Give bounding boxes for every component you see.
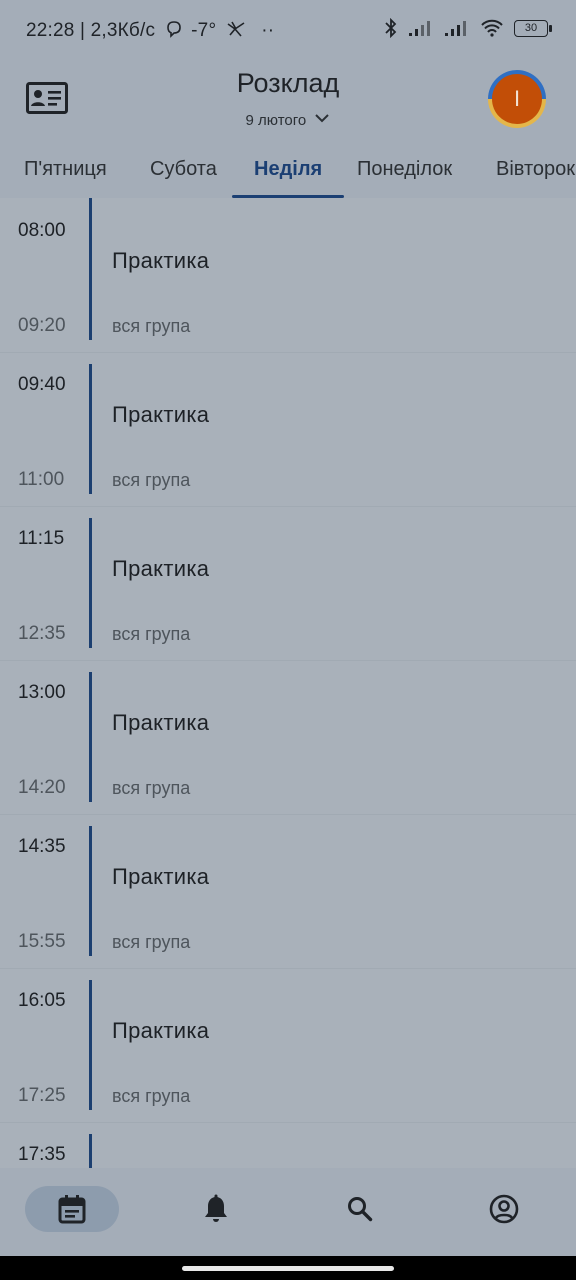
lesson-group: вся група (112, 778, 191, 798)
avatar[interactable]: I (488, 70, 546, 128)
lesson-name: Практика (112, 864, 210, 889)
lesson-end-time: 17:25 (18, 1085, 66, 1106)
lesson-start-time: 09:40 (18, 374, 66, 395)
calendar-icon (58, 1195, 86, 1224)
divider (0, 352, 576, 353)
signal-icon-2 (445, 21, 466, 36)
schedule-list[interactable]: 08:00 Практика 09:20 вся група 09:40 Пра… (0, 198, 576, 1168)
home-indicator[interactable] (182, 1266, 394, 1271)
battery-indicator: 30 (514, 19, 552, 37)
lesson-name: Практика (112, 710, 210, 735)
lesson-accent-bar (89, 672, 92, 802)
lesson-item[interactable]: 14:35 Практика 15:55 вся група (0, 814, 576, 968)
lesson-group: вся група (112, 316, 191, 336)
lesson-end-time: 12:35 (18, 623, 66, 644)
viber-icon (166, 21, 181, 38)
lesson-start-time: 11:15 (18, 528, 65, 549)
lesson-start-time: 08:00 (18, 220, 66, 241)
lesson-name: Практика (112, 248, 210, 273)
lesson-end-time: 14:20 (18, 777, 66, 798)
lesson-end-time: 11:00 (18, 469, 65, 490)
day-tabs: П'ятниця Субота Неділя Понеділок Вівторо… (0, 150, 576, 198)
bluetooth-icon (385, 18, 397, 38)
lesson-accent-bar (89, 1134, 92, 1168)
tab-friday[interactable]: П'ятниця (24, 158, 107, 181)
lesson-name: Практика (112, 556, 210, 581)
divider (0, 814, 576, 815)
more-dots-icon: ·· (261, 20, 275, 41)
lesson-accent-bar (89, 364, 92, 494)
date-selector[interactable]: 9 лютого (0, 111, 576, 129)
system-gesture-bar (0, 1256, 576, 1280)
lesson-accent-bar (89, 518, 92, 648)
lesson-item[interactable]: 08:00 Практика 09:20 вся група (0, 198, 576, 352)
divider (0, 660, 576, 661)
tab-tuesday[interactable]: Вівторок (496, 158, 575, 181)
nav-notifications[interactable] (169, 1186, 263, 1232)
lesson-group: вся група (112, 932, 191, 952)
nav-profile[interactable] (457, 1186, 551, 1232)
chevron-down-icon (315, 114, 330, 123)
tab-sunday[interactable]: Неділя (254, 158, 322, 181)
lesson-group: вся група (112, 1086, 191, 1106)
nav-search[interactable] (313, 1186, 407, 1232)
lesson-name: Практика (112, 402, 210, 427)
lesson-end-time: 15:55 (18, 931, 66, 952)
lesson-accent-bar (89, 826, 92, 956)
date-label: 9 лютого (245, 111, 307, 129)
account-icon (489, 1194, 519, 1224)
bottom-navigation (0, 1168, 576, 1256)
divider (0, 506, 576, 507)
lesson-name: Практика (112, 1018, 210, 1043)
lesson-item[interactable]: 11:15 Практика 12:35 вся група (0, 506, 576, 660)
lesson-start-time: 17:35 (18, 1144, 66, 1165)
snowflake-icon (227, 21, 245, 37)
wifi-icon (481, 19, 503, 37)
lesson-accent-bar (89, 198, 92, 340)
lesson-start-time: 16:05 (18, 990, 66, 1011)
avatar-letter: I (492, 74, 542, 124)
tab-monday[interactable]: Понеділок (357, 158, 452, 181)
lesson-start-time: 14:35 (18, 836, 66, 857)
nav-schedule[interactable] (25, 1186, 119, 1232)
lesson-start-time: 13:00 (18, 682, 66, 703)
signal-icon (409, 21, 430, 36)
status-time-speed: 22:28 | 2,3Кб/с (26, 20, 156, 41)
status-temperature: -7° (191, 20, 217, 41)
lesson-item[interactable]: 16:05 Практика 17:25 вся група (0, 968, 576, 1122)
lesson-group: вся група (112, 624, 191, 644)
bell-icon (205, 1194, 227, 1222)
search-icon (348, 1197, 373, 1222)
lesson-item[interactable]: 09:40 Практика 11:00 вся група (0, 352, 576, 506)
status-right: 30 (384, 18, 552, 38)
divider (0, 968, 576, 969)
status-bar: 22:28 | 2,3Кб/с -7° ·· 30 (0, 0, 576, 64)
lesson-group: вся група (112, 470, 191, 490)
lesson-item[interactable]: 17:35 (0, 1122, 576, 1168)
lesson-item[interactable]: 13:00 Практика 14:20 вся група (0, 660, 576, 814)
tab-saturday[interactable]: Субота (150, 158, 217, 181)
status-left: 22:28 | 2,3Кб/с -7° ·· (26, 20, 274, 42)
lesson-end-time: 09:20 (18, 315, 66, 336)
lesson-accent-bar (89, 980, 92, 1110)
divider (0, 1122, 576, 1123)
